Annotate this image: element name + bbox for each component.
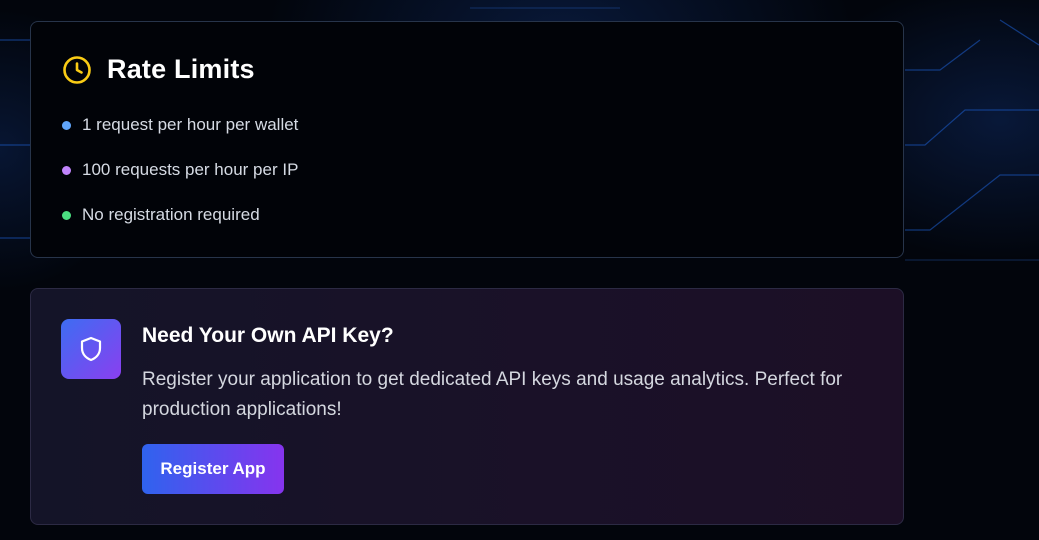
rate-limit-item: 1 request per hour per wallet	[62, 114, 298, 136]
rate-limits-card: Rate Limits 1 request per hour per walle…	[30, 21, 904, 258]
rate-limit-text: 100 requests per hour per IP	[82, 160, 299, 179]
bullet-dot-purple	[62, 165, 71, 175]
api-key-card: Need Your Own API Key? Register your app…	[30, 288, 904, 525]
rate-limit-text: 1 request per hour per wallet	[82, 115, 299, 134]
rate-limit-item: No registration required	[62, 204, 298, 226]
api-key-title: Need Your Own API Key?	[142, 324, 394, 347]
bullet-dot-green	[62, 210, 71, 220]
api-key-description: Register your application to get dedicat…	[142, 369, 843, 420]
rate-limit-text: No registration required	[82, 205, 260, 224]
rate-limits-list: 1 request per hour per wallet 100 reques…	[62, 114, 298, 249]
bullet-dot-blue	[62, 120, 71, 130]
register-app-button[interactable]: Register App	[142, 444, 284, 494]
rate-limits-header: Rate Limits	[62, 54, 255, 85]
rate-limits-title: Rate Limits	[107, 54, 255, 84]
shield-icon-badge	[61, 319, 121, 379]
shield-icon	[80, 336, 102, 362]
clock-icon	[63, 55, 91, 84]
rate-limit-item: 100 requests per hour per IP	[62, 159, 298, 181]
